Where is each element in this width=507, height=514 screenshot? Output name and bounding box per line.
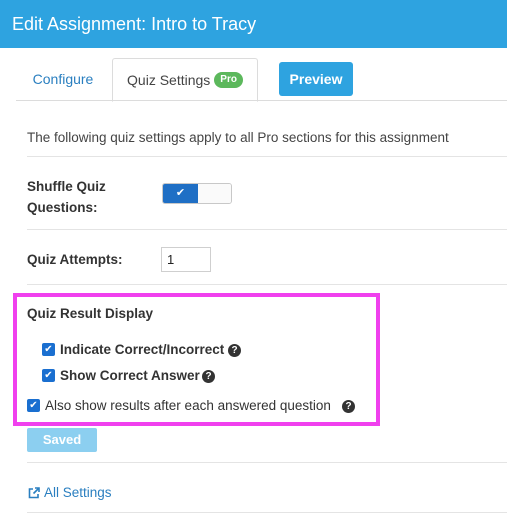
saved-button[interactable]: Saved — [27, 428, 97, 452]
divider — [27, 156, 507, 157]
divider — [27, 462, 507, 463]
help-icon[interactable]: ? — [342, 400, 355, 413]
divider — [27, 512, 507, 513]
indicate-correct-checkbox[interactable]: ✔ — [42, 343, 55, 356]
page-header: Edit Assignment: Intro to Tracy — [0, 0, 507, 48]
shuffle-label: Shuffle Quiz Questions: — [27, 176, 106, 218]
checkmark-icon: ✔ — [163, 184, 198, 203]
help-icon[interactable]: ? — [202, 370, 215, 383]
preview-button[interactable]: Preview — [279, 62, 353, 96]
external-link-icon — [28, 486, 40, 498]
toggle-off-segment — [198, 184, 231, 203]
indicate-correct-label: Indicate Correct/Incorrect — [60, 342, 225, 357]
all-settings-label: All Settings — [44, 485, 112, 500]
shuffle-toggle[interactable]: ✔ — [162, 183, 232, 204]
page-title: Edit Assignment: Intro to Tracy — [12, 14, 257, 34]
show-correct-answer-label: Show Correct Answer — [60, 368, 200, 383]
pro-badge: Pro — [214, 72, 243, 88]
divider — [27, 284, 507, 285]
show-correct-answer-checkbox[interactable]: ✔ — [42, 369, 55, 382]
tab-quiz-settings[interactable]: Quiz Settings Pro — [112, 58, 258, 102]
show-results-each-question-label: Also show results after each answered qu… — [45, 398, 331, 413]
shuffle-label-line2: Questions: — [27, 200, 98, 215]
all-settings-link[interactable]: All Settings — [27, 485, 112, 500]
divider — [27, 229, 507, 230]
tab-divider — [16, 100, 507, 101]
shuffle-label-line1: Shuffle Quiz — [27, 179, 106, 194]
result-display-heading: Quiz Result Display — [27, 306, 154, 321]
quiz-attempts-input[interactable] — [161, 247, 211, 272]
help-icon[interactable]: ? — [228, 344, 241, 357]
tab-configure[interactable]: Configure — [16, 58, 110, 100]
quiz-attempts-label: Quiz Attempts: — [27, 252, 123, 267]
tab-quiz-settings-label: Quiz Settings — [127, 72, 211, 88]
show-results-each-question-checkbox[interactable]: ✔ — [27, 399, 40, 412]
settings-description: The following quiz settings apply to all… — [27, 130, 449, 145]
